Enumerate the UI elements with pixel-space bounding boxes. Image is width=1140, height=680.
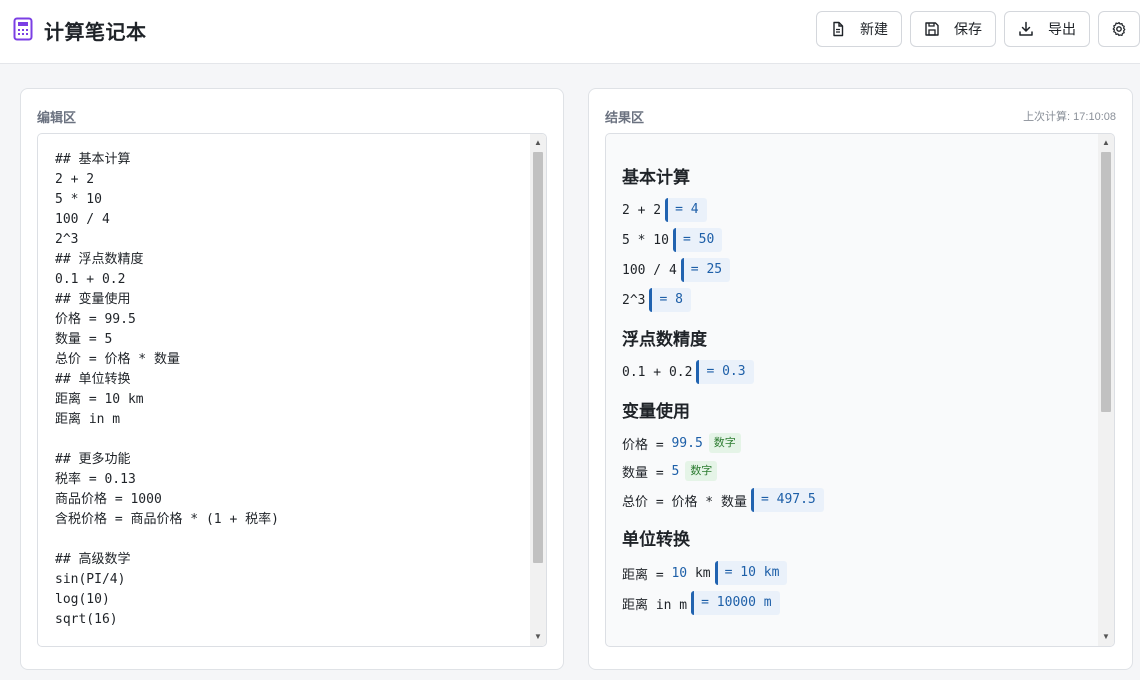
variable-value: 99.5 bbox=[671, 435, 703, 451]
result-row: 价格 = 99.5 数字 bbox=[622, 430, 741, 456]
editor-line[interactable]: ## 基本计算 bbox=[55, 150, 522, 170]
save-button-label: 保存 bbox=[954, 21, 982, 37]
result-row: 5 * 10 = 50 bbox=[622, 227, 723, 253]
scroll-down-icon[interactable]: ▼ bbox=[530, 630, 546, 644]
editor-line[interactable]: ## 更多功能 bbox=[55, 450, 522, 470]
result-expression: 距离 in m bbox=[622, 597, 688, 613]
result-expression: 总价 = 价格 * 数量 bbox=[622, 494, 747, 510]
result-expression: 100 / 4 bbox=[622, 262, 677, 278]
result-expression: 2 + 2 bbox=[622, 202, 662, 218]
variable-value: 10 bbox=[671, 565, 688, 581]
result-row: 距离 = 10 km = 10 km bbox=[622, 560, 788, 586]
variable-name: 数量 = bbox=[622, 465, 672, 481]
variable-name: 距离 = bbox=[622, 567, 672, 583]
type-badge: 数字 bbox=[708, 433, 741, 453]
result-answer: = 4 bbox=[665, 198, 707, 222]
app-header: 计算笔记本 新建 保存 导出 bbox=[0, 0, 1140, 64]
result-row: 数量 = 5 数字 bbox=[622, 458, 718, 484]
variable-name: 价格 = bbox=[622, 437, 672, 453]
editor-line[interactable]: ## 高级数学 bbox=[55, 550, 522, 570]
result-row: 2^3 = 8 bbox=[622, 287, 691, 313]
settings-button[interactable] bbox=[1098, 11, 1140, 47]
result-answer: = 0.3 bbox=[696, 360, 754, 384]
export-button-label: 导出 bbox=[1048, 21, 1076, 37]
editor-line[interactable] bbox=[55, 530, 522, 550]
editor-content[interactable]: ## 基本计算 2 + 25 * 10 100 / 4 2^3 ## 浮点数精度 0.1 … bbox=[55, 150, 522, 630]
result-answer: = 8 bbox=[649, 288, 691, 312]
scroll-down-icon[interactable]: ▼ bbox=[1098, 630, 1114, 644]
editor-line[interactable]: 价格 = 99.5 bbox=[55, 310, 522, 330]
editor-line[interactable]: 含税价格 = 商品价格 * (1 + 税率) bbox=[55, 510, 522, 530]
editor-title: 编辑区 bbox=[37, 110, 77, 125]
results-scrollbar[interactable]: ▲ ▼ bbox=[1098, 134, 1114, 646]
editor-line[interactable]: 距离 in m bbox=[55, 410, 522, 430]
new-button-label: 新建 bbox=[860, 21, 888, 37]
result-answer: = 497.5 bbox=[750, 488, 824, 512]
app-title: 计算笔记本 bbox=[44, 22, 147, 44]
variable-unit: km bbox=[687, 565, 711, 581]
result-answer: = 50 bbox=[672, 228, 723, 252]
type-badge: 数字 bbox=[685, 461, 718, 481]
variable-value: 5 bbox=[671, 463, 680, 479]
save-icon bbox=[925, 22, 939, 36]
gear-icon bbox=[1112, 21, 1126, 37]
new-button[interactable]: 新建 bbox=[816, 11, 902, 47]
results-panel: 结果区 上次计算: 17:10:08 基本计算 2 + 2 = 4 5 * 10… bbox=[588, 88, 1133, 670]
result-expression: 2^3 bbox=[622, 292, 646, 308]
editor-panel: 编辑区 ## 基本计算 2 + 25 * 10 100 / 4 2^3 ## 浮点数精度… bbox=[20, 88, 564, 670]
editor-line[interactable]: 总价 = 价格 * 数量 bbox=[55, 350, 522, 370]
scroll-up-icon[interactable]: ▲ bbox=[1098, 136, 1114, 150]
section-heading: 浮点数精度 bbox=[622, 330, 707, 350]
editor-line[interactable]: sqrt(16) bbox=[55, 610, 522, 630]
editor-textarea[interactable]: ## 基本计算 2 + 25 * 10 100 / 4 2^3 ## 浮点数精度 0.1 … bbox=[37, 133, 547, 647]
save-button[interactable]: 保存 bbox=[910, 11, 996, 47]
result-row: 0.1 + 0.2 = 0.3 bbox=[622, 359, 754, 385]
editor-line[interactable] bbox=[55, 430, 522, 450]
editor-line[interactable]: 100 / 4 bbox=[55, 210, 522, 230]
editor-scrollbar[interactable]: ▲ ▼ bbox=[530, 134, 546, 646]
results-title: 结果区 bbox=[605, 110, 645, 125]
result-expression: 0.1 + 0.2 bbox=[622, 364, 693, 380]
editor-line[interactable]: ## 变量使用 bbox=[55, 290, 522, 310]
result-row: 距离 in m = 10000 m bbox=[622, 590, 780, 616]
result-answer: = 25 bbox=[680, 258, 731, 282]
editor-line[interactable]: 0.1 + 0.2 bbox=[55, 270, 522, 290]
result-expression: 5 * 10 bbox=[622, 232, 669, 248]
file-icon bbox=[833, 21, 844, 37]
last-calc-time: 上次计算: 17:10:08 bbox=[1023, 111, 1116, 123]
editor-line[interactable]: ## 浮点数精度 bbox=[55, 250, 522, 270]
result-row: 总价 = 价格 * 数量 = 497.5 bbox=[622, 487, 824, 513]
editor-line[interactable]: sin(PI/4) bbox=[55, 570, 522, 590]
editor-line[interactable]: ## 单位转换 bbox=[55, 370, 522, 390]
section-heading: 基本计算 bbox=[622, 168, 690, 188]
results-area: 基本计算 2 + 2 = 4 5 * 10 = 50 100 / 4 = 25 … bbox=[605, 133, 1115, 647]
editor-line[interactable]: 距离 = 10 km bbox=[55, 390, 522, 410]
section-heading: 单位转换 bbox=[622, 530, 690, 550]
result-answer: = 10000 m bbox=[691, 591, 780, 615]
editor-line[interactable]: 商品价格 = 1000 bbox=[55, 490, 522, 510]
result-answer: = 10 km bbox=[714, 561, 788, 585]
editor-line[interactable]: 2^3 bbox=[55, 230, 522, 250]
editor-line[interactable]: 数量 = 5 bbox=[55, 330, 522, 350]
calculator-icon bbox=[13, 17, 33, 41]
editor-line[interactable]: 2 + 2 bbox=[55, 170, 522, 190]
result-row: 100 / 4 = 25 bbox=[622, 257, 731, 283]
result-row: 2 + 2 = 4 bbox=[622, 197, 707, 223]
section-heading: 变量使用 bbox=[622, 402, 690, 422]
export-button[interactable]: 导出 bbox=[1004, 11, 1090, 47]
scroll-thumb[interactable] bbox=[533, 152, 543, 563]
editor-line[interactable]: 5 * 10 bbox=[55, 190, 522, 210]
scroll-thumb[interactable] bbox=[1101, 152, 1111, 412]
download-icon bbox=[1019, 21, 1033, 36]
scroll-up-icon[interactable]: ▲ bbox=[530, 136, 546, 150]
editor-line[interactable]: 税率 = 0.13 bbox=[55, 470, 522, 490]
editor-line[interactable]: log(10) bbox=[55, 590, 522, 610]
